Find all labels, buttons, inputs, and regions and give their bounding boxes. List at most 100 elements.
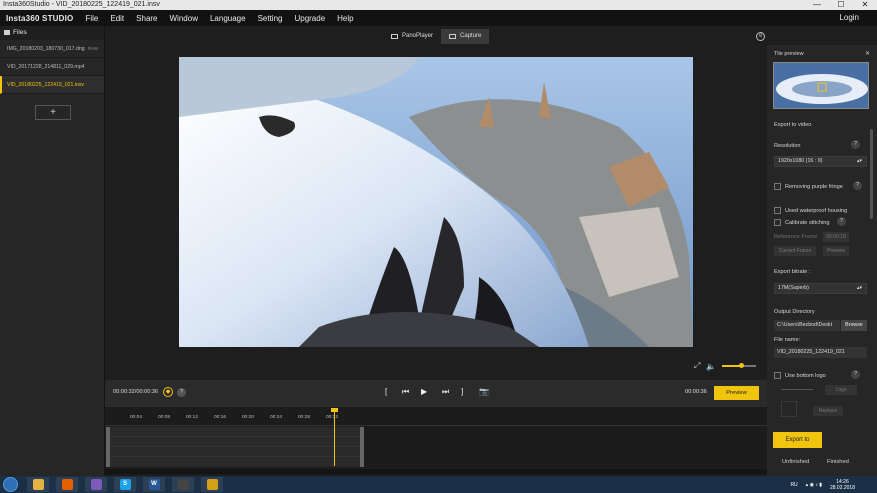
resolution-select[interactable]: 1920x1080 (16 : 9) ▴▾: [774, 156, 867, 167]
system-tray: RU ▴ ◉ ♪ ▮ 14:26 28.02.2018: [790, 476, 877, 493]
taskbar-clock[interactable]: 14:26 28.02.2018: [830, 479, 855, 491]
mark-in-button[interactable]: [: [385, 387, 387, 396]
timeline-tick: 00:24: [270, 415, 283, 420]
track-line: [110, 436, 360, 437]
bottom-logo-checkbox[interactable]: Use bottom logo: [774, 372, 826, 379]
taskbar-app-skype[interactable]: S: [114, 477, 136, 492]
bottom-logo-label: Use bottom logo: [785, 372, 826, 379]
taskbar-app-generic[interactable]: [172, 477, 194, 492]
play-button[interactable]: ▶: [421, 387, 427, 396]
browse-button[interactable]: Browse: [841, 320, 867, 331]
volume-slider-handle[interactable]: [739, 363, 745, 368]
firefox-icon: [61, 479, 73, 490]
taskbar-app-word[interactable]: W: [143, 477, 165, 492]
export-to-button[interactable]: Export to: [773, 432, 822, 448]
taskbar-app-folder[interactable]: [27, 477, 49, 492]
panel-scrollbar[interactable]: [870, 129, 873, 219]
tray-icons[interactable]: ▴ ◉ ♪ ▮: [806, 482, 822, 488]
video-clip-track[interactable]: [106, 427, 364, 467]
waterproof-housing-checkbox[interactable]: Used waterproof housing: [774, 207, 847, 214]
current-time: 00:00:32/00:00:36: [113, 389, 159, 395]
close-icon[interactable]: ✕: [865, 50, 870, 57]
bottom-logo-help-icon[interactable]: ?: [851, 370, 860, 379]
menu-edit[interactable]: Edit: [110, 14, 124, 23]
mark-out-button[interactable]: ]: [461, 387, 463, 396]
menu-share[interactable]: Share: [136, 14, 157, 23]
help-icon[interactable]: ?: [177, 388, 186, 397]
resolution-label: Resolution: [774, 143, 801, 149]
previous-frame-button[interactable]: ⏮: [402, 387, 409, 397]
resolution-help-icon[interactable]: ?: [851, 140, 860, 149]
timeline-ruler: [105, 425, 767, 426]
menu-file[interactable]: File: [85, 14, 98, 23]
timeline-tick: 00:20: [242, 415, 255, 420]
language-indicator[interactable]: RU: [790, 482, 797, 488]
output-directory-label: Output Directory: [774, 309, 815, 315]
fullscreen-icon[interactable]: ⤢: [694, 361, 700, 371]
timeline[interactable]: 00:04 00:08 00:12 00:16 00:20 00:24 00:2…: [105, 407, 767, 476]
playhead[interactable]: [334, 410, 335, 466]
video-preview[interactable]: [179, 57, 693, 347]
tab-unfinished[interactable]: Unfinished: [782, 459, 809, 465]
purple-fringe-help-icon[interactable]: ?: [853, 181, 862, 190]
start-button-icon[interactable]: [3, 477, 18, 492]
minimize-button[interactable]: —: [805, 0, 829, 10]
menu-window[interactable]: Window: [170, 14, 198, 23]
next-frame-button[interactable]: ⏭: [442, 387, 449, 397]
tile-preview-thumbnail[interactable]: [773, 62, 869, 109]
purple-fringe-checkbox[interactable]: Removing purple fringe: [774, 183, 843, 190]
timeline-scrollbar[interactable]: [105, 469, 767, 474]
export-panel: Tile preview ✕ Export to video Resolutio…: [767, 45, 877, 476]
folder-icon: [4, 29, 10, 35]
taskbar-app-viber[interactable]: [85, 477, 107, 492]
calibrate-stitching-checkbox[interactable]: Calibrate stitching: [774, 219, 829, 226]
maximize-button[interactable]: ☐: [829, 0, 853, 10]
viber-icon: [90, 479, 102, 490]
export-status-tabs: Unfinished Finished: [767, 459, 877, 471]
view-settings-icon[interactable]: ⚙: [756, 32, 765, 41]
file-name: IMG_20180203_180730_017.dng: [7, 46, 85, 52]
file-item-selected[interactable]: VID_20180225_122419_021.insv: [0, 76, 104, 94]
raw-badge: RAW: [87, 46, 98, 51]
tab-capture[interactable]: Capture: [441, 29, 490, 44]
login-button[interactable]: Login: [839, 13, 859, 22]
taskbar-app-firefox[interactable]: [56, 477, 78, 492]
files-sidebar: Files IMG_20180203_180730_017.dng RAW VI…: [0, 26, 105, 476]
checkbox-box[interactable]: [774, 372, 781, 379]
tab-panoplayer[interactable]: PanoPlayer: [383, 29, 441, 44]
file-item[interactable]: IMG_20180203_180730_017.dng RAW: [0, 40, 104, 58]
add-file-button[interactable]: +: [35, 105, 71, 120]
file-item[interactable]: VID_20171228_214811_029.mp4: [0, 58, 104, 76]
close-button[interactable]: ✕: [853, 0, 877, 10]
file-name-field[interactable]: VID_20180225_122419_021: [774, 347, 867, 358]
keyframe-icon[interactable]: ◆: [163, 387, 173, 397]
export-bitrate-label: Export bitrate :: [774, 269, 811, 275]
window-title: Insta360Studio - VID_20180225_122419_021…: [3, 1, 160, 8]
volume-icon[interactable]: 🔈: [706, 362, 716, 371]
taskbar-app-film[interactable]: [201, 477, 223, 492]
menu-language[interactable]: Language: [210, 14, 246, 23]
calibrate-stitching-label: Calibrate stitching: [785, 219, 830, 226]
checkbox-box[interactable]: [774, 183, 781, 190]
volume-slider[interactable]: [722, 363, 757, 368]
output-directory-field[interactable]: C:\Users\Bezbod\Deskt: [774, 320, 840, 331]
menu-setting[interactable]: Setting: [258, 14, 283, 23]
tab-panoplayer-label: PanoPlayer: [402, 33, 434, 39]
snapshot-camera-icon[interactable]: 📷: [479, 387, 489, 396]
purple-fringe-label: Removing purple fringe: [785, 183, 843, 190]
checkbox-box[interactable]: [774, 219, 781, 226]
timeline-tick: 00:32: [326, 415, 339, 420]
checkbox-box[interactable]: [774, 207, 781, 214]
bitrate-select[interactable]: 17M(Superb) ▴▾: [774, 283, 867, 294]
menu-upgrade[interactable]: Upgrade: [294, 14, 325, 23]
skype-icon: S: [119, 479, 131, 490]
tab-capture-label: Capture: [460, 33, 482, 39]
menu-help[interactable]: Help: [337, 14, 353, 23]
word-icon: W: [148, 479, 160, 490]
timeline-tick: 00:04: [130, 415, 143, 420]
files-header-label: Files: [13, 29, 27, 36]
calibrate-help-icon[interactable]: ?: [837, 217, 846, 226]
app-logo: Insta360 STUDIO: [6, 13, 74, 23]
preview-button[interactable]: Preview: [714, 386, 759, 400]
tab-finished[interactable]: Finished: [827, 459, 849, 465]
